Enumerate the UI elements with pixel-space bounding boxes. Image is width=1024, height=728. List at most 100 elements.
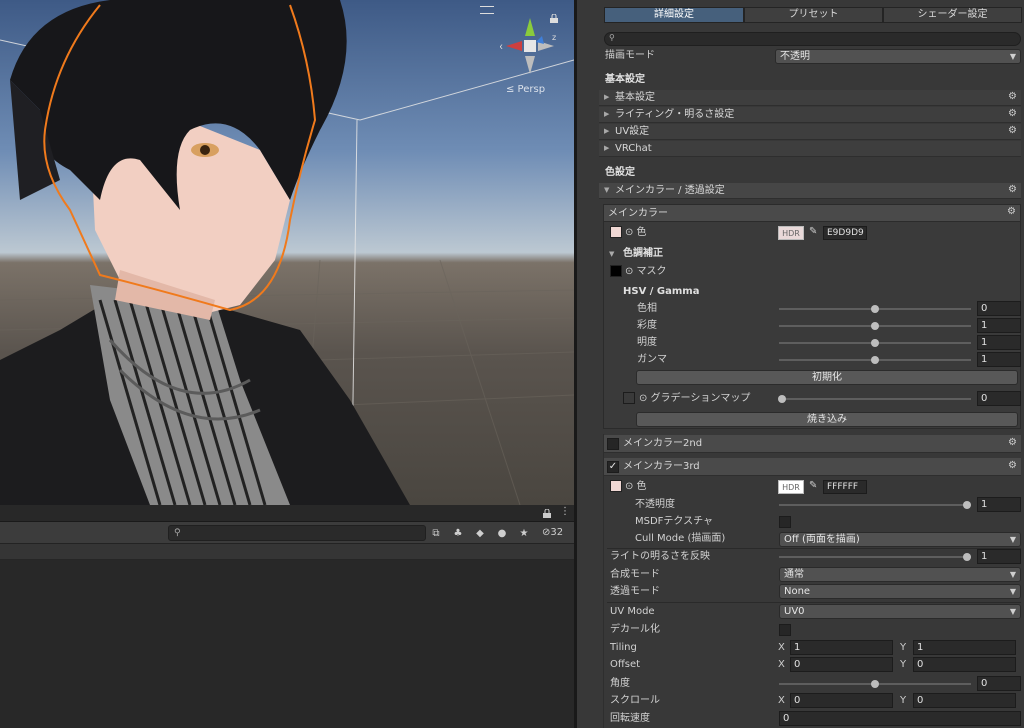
- chevron-down-icon: ▼: [1010, 568, 1016, 581]
- brightness-input[interactable]: 1: [977, 335, 1021, 350]
- hue-slider-knob[interactable]: [871, 305, 879, 313]
- offset-x-input[interactable]: 0: [790, 657, 893, 672]
- mask-label: ⊙ マスク: [625, 264, 667, 280]
- fold-main-color-2nd[interactable]: メインカラー2nd ⚙: [603, 435, 1021, 453]
- cull-mode-label: Cull Mode (描画面): [635, 531, 725, 547]
- tiling-x-axis: X: [778, 640, 785, 655]
- pane-strip: [0, 544, 574, 560]
- main-color-3rd-texture-slot[interactable]: [610, 480, 622, 492]
- gear-icon[interactable]: ⚙: [1008, 437, 1017, 448]
- mask-texture-slot[interactable]: [610, 265, 622, 277]
- offset-y-input[interactable]: 0: [913, 657, 1016, 672]
- gradation-input[interactable]: 0: [977, 391, 1021, 406]
- tiling-label: Tiling: [610, 640, 637, 656]
- saturation-input[interactable]: 1: [977, 318, 1021, 333]
- scroll-y-input[interactable]: 0: [913, 693, 1016, 708]
- gear-icon[interactable]: ⚙: [1007, 206, 1016, 217]
- main-color-header: メインカラー⚙: [604, 205, 1020, 222]
- rotation-speed-input[interactable]: 0: [779, 711, 1021, 726]
- indent-guide: [603, 434, 604, 728]
- brightness-slider-knob[interactable]: [871, 339, 879, 347]
- info-icon[interactable]: ●: [494, 525, 510, 541]
- gamma-slider-knob[interactable]: [871, 356, 879, 364]
- fold-main-color-3rd[interactable]: ✓ メインカラー3rd ⚙: [603, 458, 1021, 476]
- orientation-gizmo[interactable]: x z: [500, 12, 560, 82]
- scroll-y-axis: Y: [900, 693, 906, 708]
- gradation-map-checkbox[interactable]: [623, 392, 635, 404]
- hue-input[interactable]: 0: [977, 301, 1021, 316]
- chevron-down-icon: ▼: [1010, 605, 1016, 618]
- eyedropper-icon[interactable]: ✎: [809, 480, 817, 491]
- tiling-x-input[interactable]: 1: [790, 640, 893, 655]
- gear-icon[interactable]: ⚙: [1008, 108, 1017, 119]
- more-options-icon[interactable]: ⋮: [560, 506, 570, 517]
- gradation-slider[interactable]: [779, 398, 971, 400]
- fold-main-color[interactable]: ▼メインカラー / 透過設定⚙: [599, 183, 1021, 199]
- main-color-3rd-hex-input[interactable]: FFFFFF: [823, 480, 867, 494]
- gamma-input[interactable]: 1: [977, 352, 1021, 367]
- reset-button[interactable]: 初期化: [636, 370, 1018, 385]
- favorite-star-icon[interactable]: ★: [516, 525, 532, 541]
- opacity-input[interactable]: 1: [977, 497, 1021, 512]
- saturation-slider-knob[interactable]: [871, 322, 879, 330]
- main-color-3rd-checkbox[interactable]: ✓: [607, 461, 619, 473]
- angle-slider-knob[interactable]: [871, 680, 879, 688]
- msdf-checkbox[interactable]: [779, 516, 791, 528]
- gear-icon[interactable]: ⚙: [1008, 184, 1017, 195]
- gear-icon[interactable]: ⚙: [1008, 91, 1017, 102]
- lock-icon[interactable]: [543, 509, 551, 517]
- light-reflect-slider-knob[interactable]: [963, 553, 971, 561]
- uv-mode-dropdown[interactable]: UV0▼: [779, 604, 1021, 619]
- persp-label[interactable]: ≤ Persp: [506, 84, 545, 95]
- light-reflect-input[interactable]: 1: [977, 549, 1021, 564]
- tiling-y-input[interactable]: 1: [913, 640, 1016, 655]
- eyedropper-icon[interactable]: ✎: [809, 226, 817, 237]
- scroll-x-axis: X: [778, 693, 785, 708]
- tab-shader-settings[interactable]: シェーダー設定: [883, 7, 1022, 23]
- fold-uv-settings[interactable]: ▶UV設定⚙: [599, 124, 1021, 140]
- brightness-label: 明度: [637, 335, 657, 351]
- scene-view[interactable]: x z ≤ Persp: [0, 0, 574, 505]
- shapes-icon[interactable]: ♣: [450, 525, 466, 541]
- main-color-2nd-checkbox[interactable]: [607, 438, 619, 450]
- chevron-down-icon: ▼: [1010, 50, 1016, 63]
- decal-checkbox[interactable]: [779, 624, 791, 636]
- fold-vrchat[interactable]: ▶VRChat: [599, 141, 1021, 157]
- scroll-x-input[interactable]: 0: [790, 693, 893, 708]
- light-reflect-slider[interactable]: [779, 556, 971, 558]
- fold-arrow-icon: ▼: [604, 186, 609, 194]
- light-reflect-label: ライトの明るさを反映: [610, 549, 710, 565]
- fold-lighting-settings[interactable]: ▶ライティング・明るさ設定⚙: [599, 107, 1021, 123]
- color-correction-title[interactable]: 色調補正: [623, 246, 663, 262]
- main-color-hex-input[interactable]: E9D9D9: [823, 226, 867, 240]
- angle-input[interactable]: 0: [977, 676, 1021, 691]
- search-icon: ⚲: [174, 528, 181, 538]
- blend-mode-dropdown[interactable]: 通常▼: [779, 567, 1021, 582]
- offset-x-axis: X: [778, 657, 785, 672]
- render-mode-dropdown[interactable]: 不透明▼: [775, 49, 1021, 64]
- scene-filter-icon[interactable]: ⧉: [428, 525, 444, 541]
- gradation-slider-knob[interactable]: [778, 395, 786, 403]
- alpha-mode-dropdown[interactable]: None▼: [779, 584, 1021, 599]
- inspector-search-input[interactable]: ⚲: [604, 32, 1021, 46]
- bake-button[interactable]: 焼き込み: [636, 412, 1018, 427]
- search-input[interactable]: ⚲: [168, 525, 426, 541]
- hidden-count[interactable]: ⊘32: [542, 527, 563, 538]
- saturation-label: 彩度: [637, 318, 657, 334]
- tab-advanced-settings[interactable]: 詳細設定: [604, 7, 744, 23]
- main-color-hdr-swatch[interactable]: HDR: [778, 226, 804, 240]
- gear-icon[interactable]: ⚙: [1008, 460, 1017, 471]
- scene-menu-icon[interactable]: [480, 6, 494, 14]
- search-icon: ⚲: [609, 33, 615, 42]
- pane-tabbar: ⋮: [0, 505, 574, 522]
- tab-presets[interactable]: プリセット: [744, 7, 883, 23]
- opacity-slider-knob[interactable]: [963, 501, 971, 509]
- gear-icon[interactable]: ⚙: [1008, 125, 1017, 136]
- main-color-texture-slot[interactable]: [610, 226, 622, 238]
- fold-basic-settings[interactable]: ▶基本設定⚙: [599, 90, 1021, 106]
- cull-mode-dropdown[interactable]: Off (両面を描画)▼: [779, 532, 1021, 547]
- fold-arrow-icon[interactable]: ▼: [609, 246, 614, 262]
- label-tag-icon[interactable]: ◆: [472, 525, 488, 541]
- opacity-slider[interactable]: [779, 504, 971, 506]
- main-color-3rd-hdr-swatch[interactable]: HDR: [778, 480, 804, 494]
